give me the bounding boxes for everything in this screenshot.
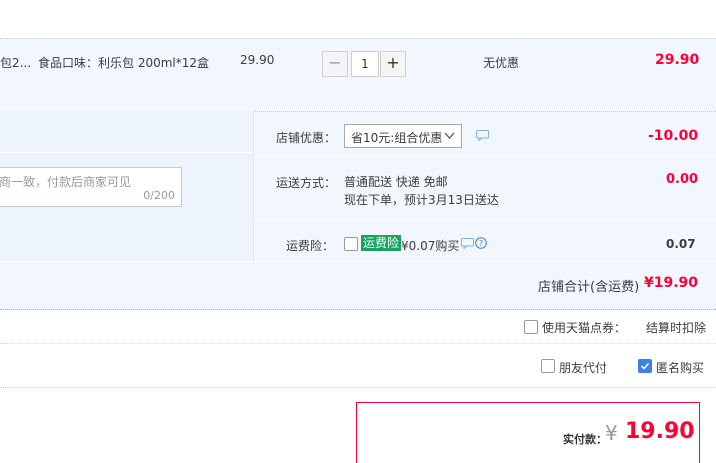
checkmark-icon bbox=[640, 362, 650, 370]
chevron-down-icon bbox=[444, 132, 455, 139]
message-counter: 0/200 bbox=[143, 189, 175, 202]
anonymous-checkbox[interactable] bbox=[638, 359, 652, 373]
quantity-stepper: − 1 + bbox=[322, 51, 406, 77]
insurance-amount: 0.07 bbox=[666, 237, 696, 251]
chat-bubble-icon[interactable] bbox=[476, 130, 489, 141]
insurance-label: 运费险： bbox=[286, 239, 335, 253]
qty-minus-button[interactable]: − bbox=[322, 51, 348, 77]
item-title[interactable]: 包2... bbox=[0, 54, 31, 71]
item-discount: 无优惠 bbox=[483, 56, 520, 70]
shipping-amount: 0.00 bbox=[666, 172, 699, 187]
divider bbox=[254, 219, 716, 220]
shop-discount-selected: 省10元:组合优惠 bbox=[351, 131, 443, 145]
divider bbox=[0, 152, 253, 153]
shipping-method[interactable]: 普通配送 快递 免邮 bbox=[344, 173, 448, 190]
qty-plus-button[interactable]: + bbox=[380, 51, 406, 77]
friend-pay-label: 朋友代付 bbox=[559, 361, 608, 375]
payment-amount: 19.90 bbox=[625, 419, 695, 444]
help-icon[interactable]: ? bbox=[475, 237, 487, 249]
item-unit-price: 29.90 bbox=[240, 53, 275, 67]
anonymous-label: 匿名购买 bbox=[656, 361, 705, 375]
payment-label: 实付款： bbox=[563, 433, 607, 446]
chat-bubble-icon[interactable] bbox=[461, 238, 474, 249]
shop-total-amount: ¥19.90 bbox=[644, 275, 699, 291]
insurance-checkbox[interactable] bbox=[344, 237, 358, 251]
divider bbox=[0, 343, 716, 344]
friend-pay-checkbox[interactable] bbox=[541, 359, 555, 373]
divider bbox=[0, 387, 716, 388]
svg-text:?: ? bbox=[479, 239, 483, 248]
divider bbox=[0, 261, 716, 262]
qty-input[interactable]: 1 bbox=[351, 51, 379, 77]
points-label: 使用天猫点券： bbox=[542, 321, 627, 335]
points-note: 结算时扣除 bbox=[646, 321, 707, 335]
shop-discount-select[interactable]: 省10元:组合优惠 bbox=[344, 124, 462, 148]
shop-discount-label: 店铺优惠： bbox=[276, 131, 337, 145]
message-placeholder: 商一致，付款后商家可见 bbox=[0, 175, 132, 189]
payment-currency: ¥ bbox=[605, 421, 618, 445]
shipping-eta: 现在下单，预计3月13日送达 bbox=[344, 193, 499, 207]
shop-discount-amount: -10.00 bbox=[648, 128, 699, 144]
shop-total-label: 店铺合计(含运费) bbox=[538, 280, 640, 295]
buyer-message-input[interactable]: 商一致，付款后商家可见 0/200 bbox=[0, 167, 182, 207]
item-spec: 食品口味：利乐包 200ml*12盒 bbox=[38, 56, 210, 70]
divider bbox=[254, 156, 716, 157]
insurance-price: ¥0.07购买 bbox=[401, 239, 460, 253]
insurance-tag: 运费险 bbox=[361, 235, 402, 251]
item-subtotal: 29.90 bbox=[655, 52, 700, 68]
shipping-label: 运送方式： bbox=[276, 176, 337, 190]
points-checkbox[interactable] bbox=[524, 320, 538, 334]
